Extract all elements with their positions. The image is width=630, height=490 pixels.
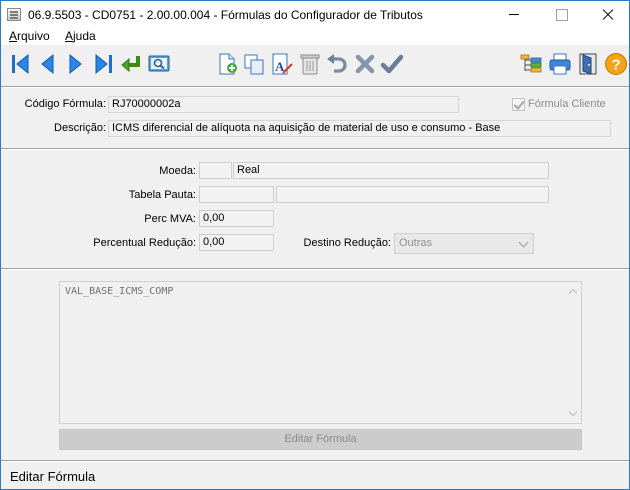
moeda-code-field[interactable] [199,162,232,179]
separator [1,460,629,462]
help-icon[interactable]: ? [604,52,628,76]
first-record-icon[interactable] [9,52,33,76]
menu-arquivo-rest: rquivo [17,29,50,43]
formula-cliente-checkbox[interactable] [512,98,525,111]
formula-scrollbar[interactable] [565,282,581,423]
copy-record-icon[interactable] [242,52,266,76]
undo-icon[interactable] [325,52,349,76]
maximize-button[interactable] [538,1,583,29]
descricao-field[interactable]: ICMS diferencial de alíquota na aquisiçã… [108,120,611,137]
editar-formula-button[interactable]: Editar Fórmula [59,429,582,450]
separator [1,148,629,150]
status-text: Editar Fórmula [10,469,96,484]
status-bar: Editar Fórmula [1,463,629,489]
search-icon[interactable] [147,52,171,76]
destino-reducao-value: Outras [399,237,433,249]
perc-mva-label: Perc MVA: [144,213,196,225]
title-bar: 06.9.5503 - CD0751 - 2.00.00.004 - Fórmu… [1,1,629,29]
menu-arquivo-accel: A [9,29,18,43]
formula-text: VAL_BASE_ICMS_COMP [65,286,174,297]
confirm-icon[interactable] [380,52,404,76]
destino-reducao-select[interactable]: Outras [394,233,534,254]
menu-ajuda[interactable]: Ajuda [65,29,96,43]
percentual-reducao-label: Percentual Redução: [93,237,196,249]
descricao-label: Descrição: [54,122,106,134]
destino-reducao-label: Destino Redução: [303,237,391,249]
separator [1,86,629,88]
toolbar: A ? [1,46,629,84]
app-icon [7,8,21,21]
edit-record-icon[interactable]: A [270,52,294,76]
codigo-formula-label: Código Fórmula: [24,98,106,110]
last-record-icon[interactable] [91,52,115,76]
percentual-reducao-field[interactable]: 0,00 [199,234,274,251]
moeda-label: Moeda: [159,165,196,177]
select-return-icon[interactable] [119,52,143,76]
tree-structure-icon[interactable] [519,52,543,76]
cancel-icon[interactable] [353,52,377,76]
menu-bar: Arquivo Ajuda [1,29,629,45]
separator [1,268,629,270]
moeda-value-field[interactable]: Real [233,162,549,179]
exit-icon[interactable] [576,52,600,76]
chevron-down-icon [518,237,529,248]
tabela-pauta-code-field[interactable] [199,186,274,203]
menu-ajuda-accel: A [65,29,74,43]
print-icon[interactable] [548,52,572,76]
formula-textarea[interactable]: VAL_BASE_ICMS_COMP [59,281,582,424]
tabela-pauta-value-field[interactable] [276,186,549,203]
codigo-formula-field[interactable]: RJ70000002a [108,96,459,113]
formula-cliente-label: Fórmula Cliente [528,98,606,110]
application-window: 06.9.5503 - CD0751 - 2.00.00.004 - Fórmu… [0,0,630,490]
svg-text:?: ? [612,57,621,74]
perc-mva-field[interactable]: 0,00 [199,210,274,227]
minimize-button[interactable] [491,1,536,29]
scroll-down-icon[interactable] [568,407,578,417]
tabela-pauta-label: Tabela Pauta: [128,189,196,201]
scroll-up-icon[interactable] [568,288,578,298]
window-title: 06.9.5503 - CD0751 - 2.00.00.004 - Fórmu… [28,8,423,22]
close-button[interactable] [584,1,629,29]
menu-arquivo[interactable]: Arquivo [9,29,50,43]
new-record-icon[interactable] [215,52,239,76]
delete-record-icon[interactable] [298,52,322,76]
next-record-icon[interactable] [63,52,87,76]
menu-ajuda-rest: juda [73,29,96,43]
previous-record-icon[interactable] [36,52,60,76]
